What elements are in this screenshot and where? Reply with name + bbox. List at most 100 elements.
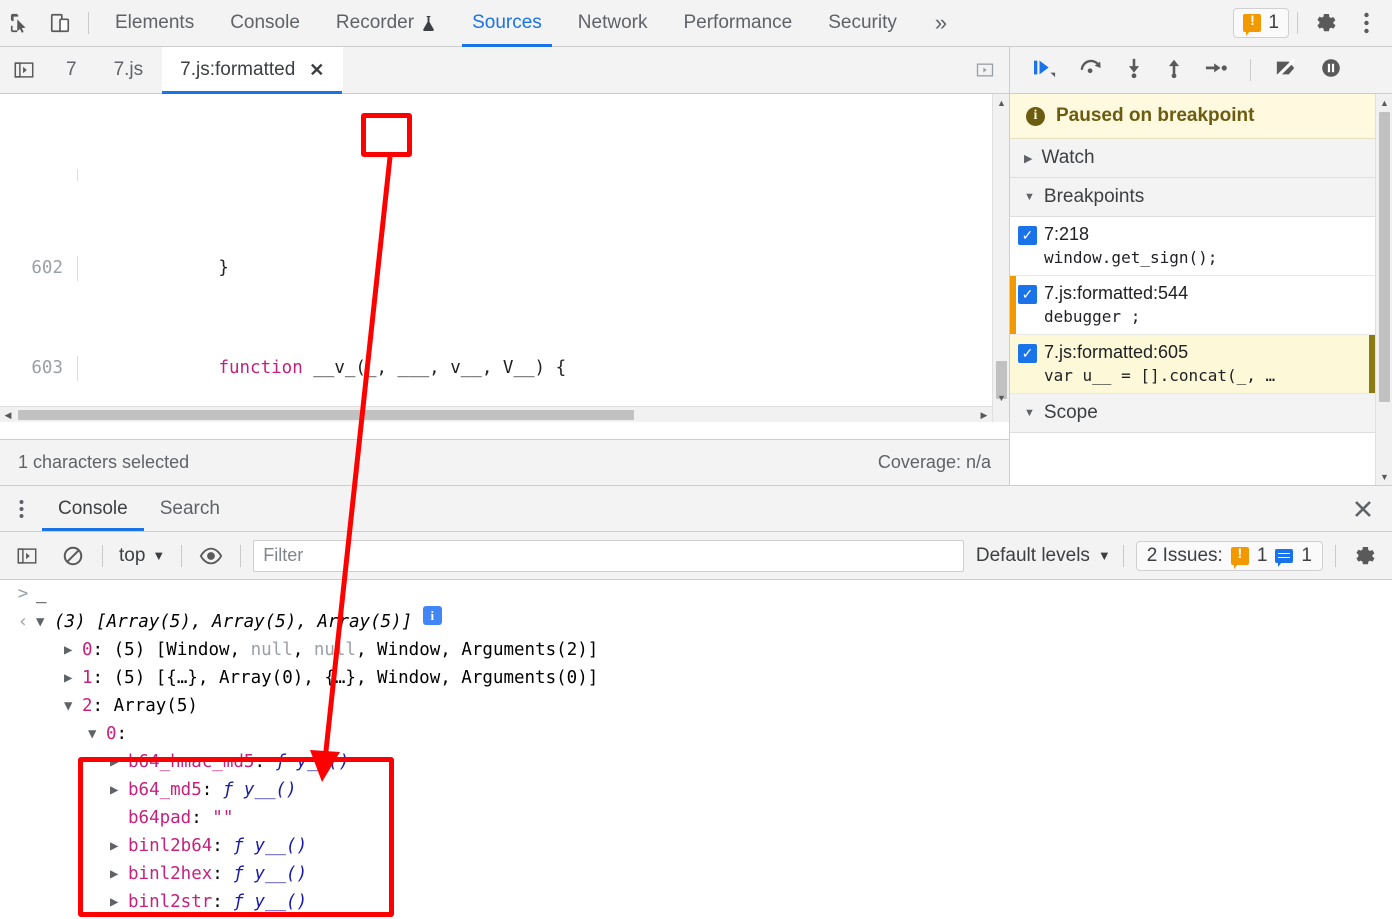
file-tab-7js-formatted[interactable]: 7.js:formatted ✕: [162, 47, 344, 94]
hscrollbar-thumb[interactable]: [18, 410, 634, 420]
breakpoint-item-0[interactable]: ✓ 7:218 window.get_sign();: [1010, 217, 1375, 276]
issues-counter-button[interactable]: 1: [1233, 8, 1289, 38]
scrollbar-thumb[interactable]: [1379, 112, 1390, 402]
resume-icon[interactable]: [1032, 57, 1058, 84]
gear-icon[interactable]: [1306, 3, 1346, 43]
show-debugger-icon[interactable]: [961, 47, 1009, 93]
source-code-viewer[interactable]: 602 } 603 function __v_(_, ___, v__, V__…: [0, 94, 1009, 422]
entry-key: 0: [82, 640, 93, 660]
scroll-up-arrow[interactable]: ▲: [993, 94, 1009, 111]
console-prop-2[interactable]: b64pad: "": [0, 804, 1392, 832]
filter-input[interactable]: Filter: [253, 539, 964, 572]
info-icon[interactable]: i: [422, 606, 442, 625]
scroll-right-arrow[interactable]: ▶: [976, 407, 992, 422]
clear-console-icon[interactable]: [56, 539, 90, 573]
console-sidebar-icon[interactable]: [10, 539, 44, 573]
console-prop-1[interactable]: ▶ b64_md5: ƒ y__(): [0, 776, 1392, 804]
breakpoint-item-2[interactable]: ✓ 7.js:formatted:605 var u__ = [].concat…: [1010, 335, 1375, 394]
breakpoints-section-header[interactable]: ▼ Breakpoints: [1010, 178, 1375, 217]
expander-collapsed-icon[interactable]: ▶: [110, 888, 128, 916]
kebab-menu-icon[interactable]: [1346, 3, 1386, 43]
log-levels-selector[interactable]: Default levels ▼: [976, 545, 1111, 567]
step-icon[interactable]: [1204, 57, 1228, 84]
debugger-toolbar: [1010, 47, 1392, 94]
tab-recorder[interactable]: Recorder: [318, 0, 454, 47]
toolbar-right-group: 1: [1233, 3, 1392, 43]
breakpoint-checkbox[interactable]: ✓: [1018, 226, 1037, 245]
issues-button[interactable]: 2 Issues: 1 1: [1135, 540, 1323, 571]
file-tab-7js-formatted-label: 7.js:formatted: [180, 59, 296, 80]
scroll-down-arrow[interactable]: ▼: [993, 389, 1009, 406]
expander-collapsed-icon[interactable]: ▶: [110, 860, 128, 888]
tab-security[interactable]: Security: [810, 0, 915, 47]
more-tabs-icon[interactable]: »: [915, 0, 967, 47]
scroll-left-arrow[interactable]: ◀: [0, 407, 16, 422]
close-drawer-icon[interactable]: [1334, 486, 1392, 531]
expander-collapsed-icon[interactable]: ▶: [64, 664, 82, 692]
console-entry-3[interactable]: ▼ 0:: [0, 720, 1392, 748]
code-line-602[interactable]: 602 }: [0, 256, 1009, 281]
coverage-status[interactable]: Coverage: n/a: [878, 452, 991, 473]
console-prop-4[interactable]: ▶ binl2hex: ƒ y__(): [0, 860, 1392, 888]
tab-elements[interactable]: Elements: [97, 0, 212, 47]
expander-collapsed-icon[interactable]: ▶: [110, 748, 128, 776]
scroll-down-arrow[interactable]: ▼: [1376, 468, 1392, 485]
execution-context-selector[interactable]: top ▼: [115, 545, 169, 567]
tab-sources[interactable]: Sources: [454, 0, 560, 47]
console-entry-2[interactable]: ▼ 2: Array(5): [0, 692, 1392, 720]
code-line-603[interactable]: 603 function __v_(_, ___, v__, V__) {: [0, 356, 1009, 381]
scroll-up-arrow[interactable]: ▲: [1376, 94, 1392, 111]
expander-collapsed-icon[interactable]: ▶: [110, 832, 128, 860]
drawer-menu-icon[interactable]: [0, 486, 42, 531]
source-vertical-scrollbar[interactable]: ▲ ▼: [992, 94, 1009, 422]
code-lines: 602 } 603 function __v_(_, ___, v__, V__…: [0, 94, 1009, 422]
expander-expanded-icon[interactable]: ▼: [88, 720, 106, 748]
watch-section-header[interactable]: ▶ Watch: [1010, 139, 1375, 178]
close-icon[interactable]: ✕: [309, 60, 324, 81]
file-tab-7js-label: 7.js: [113, 59, 144, 80]
scope-section-header[interactable]: ▼ Scope: [1010, 394, 1375, 433]
step-out-icon[interactable]: [1164, 57, 1184, 84]
device-toggle-icon[interactable]: [40, 3, 80, 43]
console-prop-3[interactable]: ▶ binl2b64: ƒ y__(): [0, 832, 1392, 860]
gear-icon[interactable]: [1348, 539, 1382, 573]
more-tabs-glyph: »: [934, 10, 948, 35]
deactivate-breakpoints-icon[interactable]: [1273, 57, 1299, 84]
scope-label: Scope: [1043, 402, 1098, 423]
expander-expanded-icon[interactable]: ▼: [64, 692, 82, 720]
expander-expanded-icon[interactable]: ▼: [36, 608, 54, 636]
info-icon: i: [1026, 106, 1045, 126]
step-over-icon[interactable]: [1078, 57, 1104, 84]
file-tab-7[interactable]: 7: [48, 47, 96, 93]
console-prompt-value[interactable]: _: [36, 580, 47, 608]
entry-key: 2: [82, 696, 93, 716]
console-entry-1[interactable]: ▶ 1: (5) [{…}, Array(0), {…}, Window, Ar…: [0, 664, 1392, 692]
source-horizontal-scrollbar[interactable]: ◀ ▶: [0, 406, 992, 422]
expander-collapsed-icon[interactable]: ▶: [64, 636, 82, 664]
chevron-down-icon: ▼: [1024, 407, 1035, 419]
step-into-icon[interactable]: [1124, 57, 1144, 84]
console-prop-0[interactable]: ▶ b64_hmac_md5: ƒ y__(): [0, 748, 1392, 776]
show-navigator-icon[interactable]: [0, 47, 48, 93]
breakpoint-checkbox[interactable]: ✓: [1018, 285, 1037, 304]
live-expression-icon[interactable]: [194, 539, 228, 573]
console-result-row[interactable]: ‹ ▼ (3) [Array(5), Array(5), Array(5)] i: [0, 606, 1392, 636]
inspect-icon[interactable]: [0, 3, 40, 43]
pause-on-exceptions-icon[interactable]: [1319, 57, 1343, 84]
expander-collapsed-icon[interactable]: ▶: [110, 776, 128, 804]
tab-console[interactable]: Console: [212, 0, 318, 47]
drawer-tab-search[interactable]: Search: [144, 486, 236, 531]
file-tab-7js[interactable]: 7.js: [96, 47, 163, 93]
console-output[interactable]: > _ ‹ ▼ (3) [Array(5), Array(5), Array(5…: [0, 580, 1392, 919]
prop-value: ƒ y__(): [275, 752, 350, 772]
console-prop-5[interactable]: ▶ binl2str: ƒ y__(): [0, 888, 1392, 916]
tab-performance[interactable]: Performance: [665, 0, 810, 47]
panel-tabs: Elements Console Recorder Sources Networ…: [97, 0, 967, 47]
drawer-tab-console[interactable]: Console: [42, 486, 144, 531]
console-entry-0[interactable]: ▶ 0: (5) [Window, null, null, Window, Ar…: [0, 636, 1392, 664]
debugger-vertical-scrollbar[interactable]: ▲ ▼: [1375, 94, 1392, 485]
console-prompt-row[interactable]: > _: [0, 580, 1392, 608]
breakpoint-checkbox[interactable]: ✓: [1018, 344, 1037, 363]
tab-network[interactable]: Network: [560, 0, 666, 47]
breakpoint-item-1[interactable]: ✓ 7.js:formatted:544 debugger ;: [1010, 276, 1375, 335]
